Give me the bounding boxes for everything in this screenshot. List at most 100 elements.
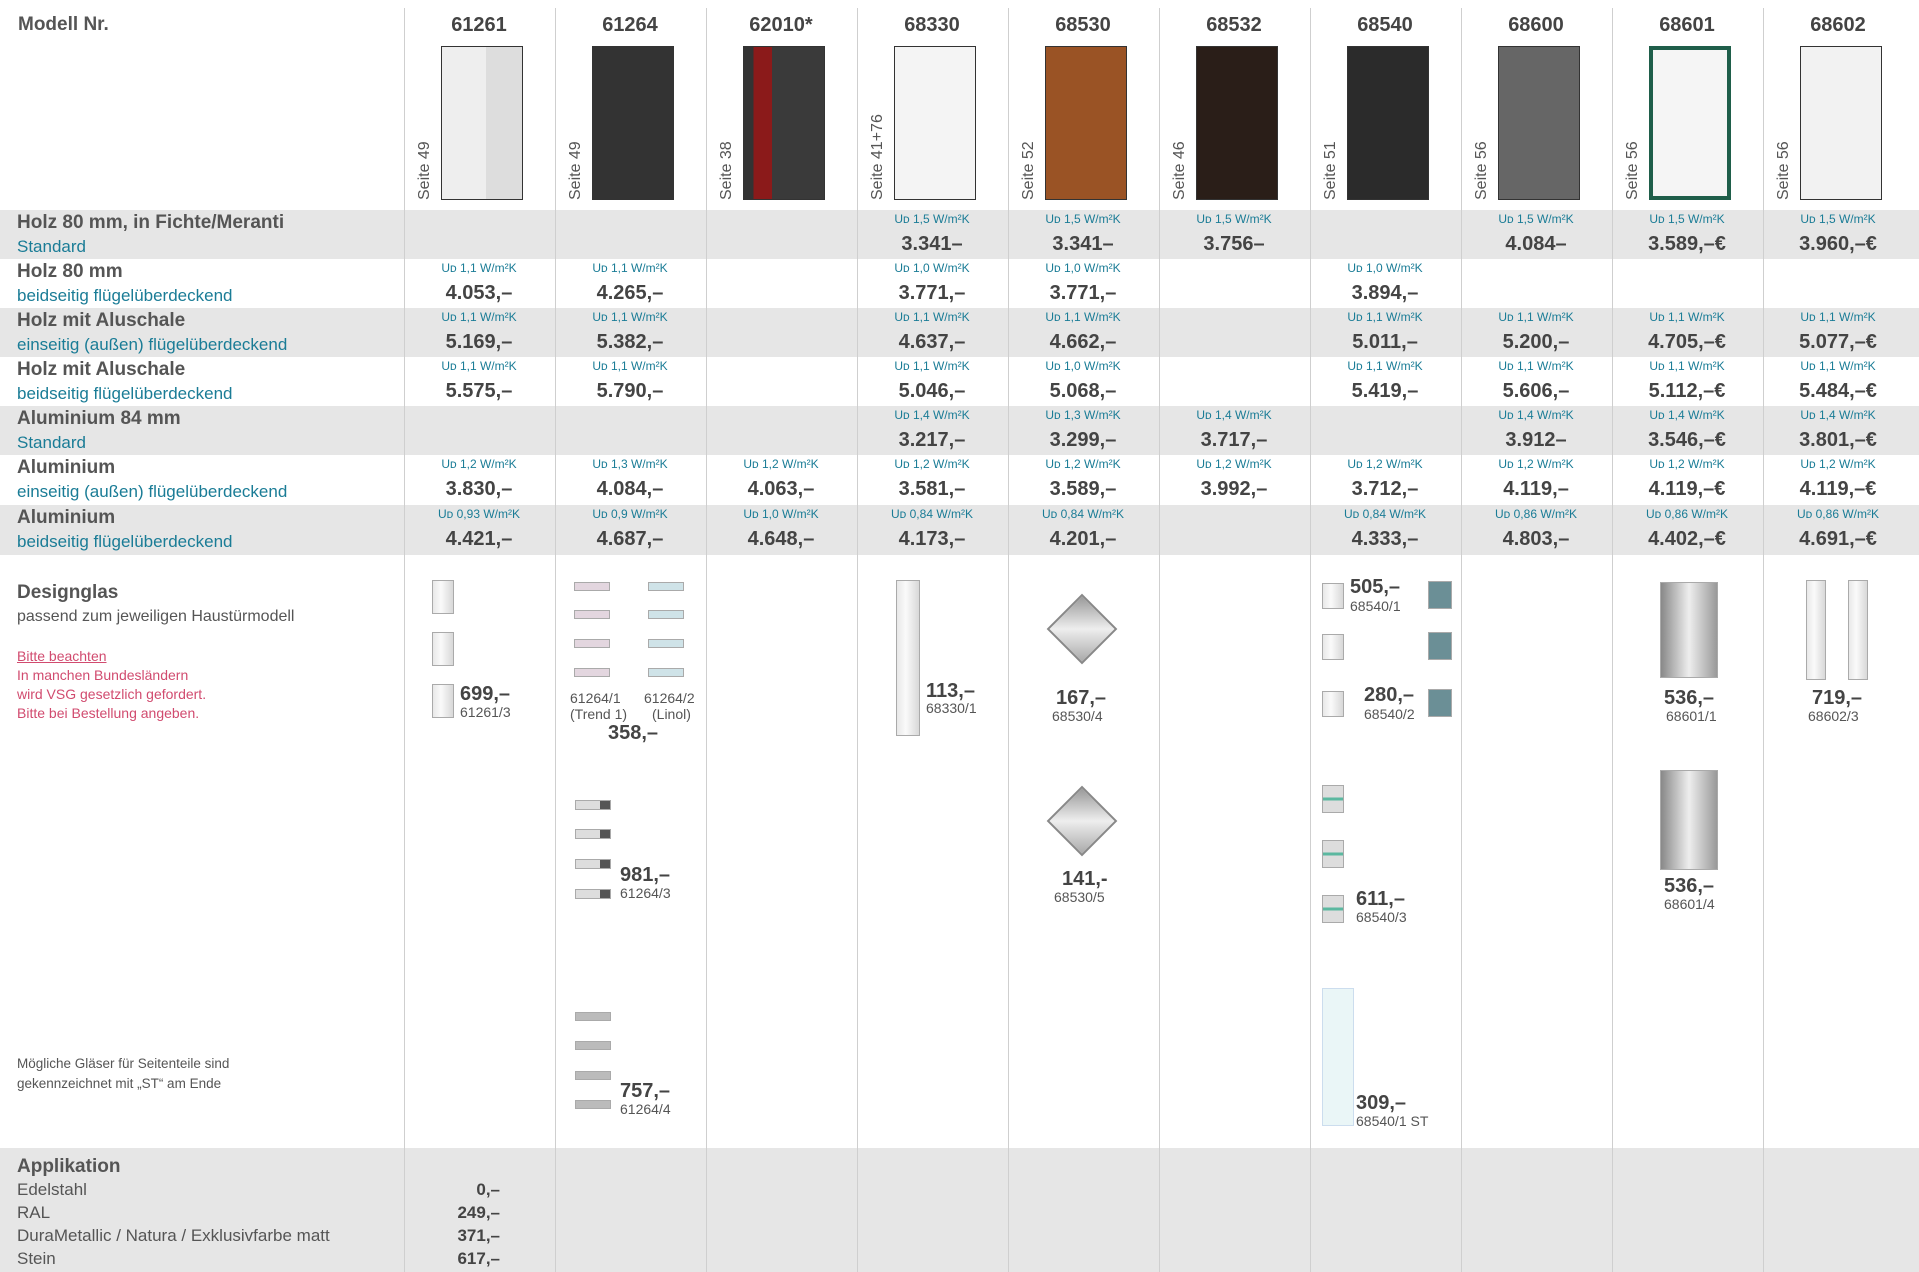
glass-label-61264-1: (Trend 1) <box>570 706 628 722</box>
price-value: 4.705,–€ <box>1648 331 1726 353</box>
ud-value: Uᴅ 1,5 W/m²K <box>1800 212 1876 226</box>
price-value: 5.575,– <box>445 380 513 402</box>
price-value: 4.662,– <box>1049 331 1117 353</box>
ud-value: Uᴅ 1,5 W/m²K <box>894 212 970 226</box>
ud-value: Uᴅ 1,1 W/m²K <box>1800 310 1876 324</box>
applikation-price-stein: 617,– <box>457 1249 500 1268</box>
glass-68540-2 <box>1322 691 1344 717</box>
column-divider <box>857 8 858 1272</box>
seite-label-61264: Seite 49 <box>567 141 584 200</box>
row-title: Holz mit Aluschale <box>17 359 186 380</box>
seite-label-68601: Seite 56 <box>1624 141 1641 200</box>
price-value: 4.119,– <box>1503 478 1569 500</box>
ud-value: Uᴅ 1,5 W/m²K <box>1498 212 1574 226</box>
price-value: 5.419,– <box>1351 380 1419 402</box>
seite-label-68602: Seite 56 <box>1775 141 1792 200</box>
price-value: 4.084,– <box>596 478 664 500</box>
glass-68602-3-a <box>1806 580 1826 680</box>
glass-61261-b <box>432 632 454 666</box>
ud-value: Uᴅ 0,86 W/m²K <box>1797 507 1879 521</box>
glass-price-61261-3: 699,– <box>460 683 511 705</box>
price-value: 4.333,– <box>1351 528 1419 550</box>
glass-68540-2-sq <box>1428 689 1452 717</box>
price-value: 3.717,– <box>1200 429 1268 451</box>
glass-68540-3-a <box>1322 785 1344 813</box>
ud-value: Uᴅ 1,5 W/m²K <box>1045 212 1121 226</box>
glass-code-68330-1: 68330/1 <box>926 700 977 716</box>
price-value: 4.201,– <box>1049 528 1117 550</box>
glass-price-68530-5: 141,- <box>1062 868 1108 890</box>
glass-code-61261-3: 61261/3 <box>460 704 511 720</box>
price-value: 3.589,–€ <box>1648 233 1726 255</box>
price-value: 3.801,–€ <box>1799 429 1877 451</box>
footnote-line-1: Mögliche Gläser für Seitenteile sind <box>17 1056 230 1071</box>
ud-value: Uᴅ 1,1 W/m²K <box>1347 310 1423 324</box>
price-value: 3.589,– <box>1049 478 1117 500</box>
ud-value: Uᴅ 1,0 W/m²K <box>1045 261 1121 275</box>
row-subtitle: beidseitig flügelüberdeckend <box>17 532 233 551</box>
price-value: 4.119,–€ <box>1648 478 1726 500</box>
glass-61264-1-d <box>574 668 610 677</box>
row-title: Holz 80 mm, in Fichte/Meranti <box>17 212 285 233</box>
glass-61264-2-d <box>648 668 684 677</box>
price-value: 4.063,– <box>747 478 815 500</box>
price-value: 3.912– <box>1505 429 1567 451</box>
price-value: 3.756– <box>1203 233 1265 255</box>
price-value: 4.053,– <box>445 282 513 304</box>
ud-value: Uᴅ 1,0 W/m²K <box>1347 261 1423 275</box>
glass-61264-3-d <box>575 889 611 899</box>
ud-value: Uᴅ 1,1 W/m²K <box>1498 359 1574 373</box>
door-preview-68601 <box>1649 46 1731 200</box>
price-value: 4.119,–€ <box>1799 478 1877 500</box>
price-value: 4.173,– <box>898 528 966 550</box>
door-preview-61264 <box>592 46 674 200</box>
ud-value: Uᴅ 1,2 W/m²K <box>1800 457 1876 471</box>
row-title: Aluminium <box>17 507 116 528</box>
price-value: 5.068,– <box>1049 380 1117 402</box>
glass-68530-4 <box>1046 593 1118 665</box>
ud-value: Uᴅ 1,1 W/m²K <box>441 261 517 275</box>
glass-price-68540-1: 505,– <box>1350 576 1401 598</box>
price-value: 4.691,–€ <box>1799 528 1877 550</box>
ud-value: Uᴅ 1,1 W/m²K <box>441 359 517 373</box>
door-preview-68540 <box>1347 46 1429 200</box>
price-value: 4.084– <box>1505 233 1567 255</box>
price-value: 4.421,– <box>445 528 513 550</box>
ud-value: Uᴅ 1,1 W/m²K <box>894 359 970 373</box>
glass-68601-1 <box>1660 582 1718 678</box>
column-divider <box>1310 8 1311 1272</box>
glass-68540-b <box>1322 634 1344 660</box>
price-value: 5.484,–€ <box>1799 380 1877 402</box>
model-number-68540: 68540 <box>1357 14 1413 36</box>
row-subtitle: beidseitig flügelüberdeckend <box>17 384 233 403</box>
door-preview-68530 <box>1045 46 1127 200</box>
price-value: 3.830,– <box>445 478 513 500</box>
row-band-applikation <box>0 1148 1919 1272</box>
glass-label-61264-2: (Linol) <box>652 706 691 722</box>
ud-value: Uᴅ 1,0 W/m²K <box>894 261 970 275</box>
note-line-2: wird VSG gesetzlich gefordert. <box>17 686 207 702</box>
ud-value: Uᴅ 1,1 W/m²K <box>1347 359 1423 373</box>
glass-68540-3-c <box>1322 895 1344 923</box>
ud-value: Uᴅ 0,84 W/m²K <box>1344 507 1426 521</box>
glass-61264-3-b <box>575 829 611 839</box>
ud-value: Uᴅ 1,0 W/m²K <box>743 507 819 521</box>
note-link[interactable]: Bitte beachten <box>17 648 107 664</box>
ud-value: Uᴅ 1,4 W/m²K <box>1498 408 1574 422</box>
model-number-68600: 68600 <box>1508 14 1564 36</box>
applikation-label-ral: RAL <box>17 1203 51 1222</box>
designglas-title: Designglas <box>17 582 119 603</box>
ud-value: Uᴅ 1,4 W/m²K <box>1196 408 1272 422</box>
glass-68540-1-st <box>1322 988 1354 1126</box>
column-divider <box>404 8 405 1272</box>
ud-value: Uᴅ 1,1 W/m²K <box>1649 359 1725 373</box>
row-subtitle: beidseitig flügelüberdeckend <box>17 286 233 305</box>
price-value: 5.790,– <box>596 380 664 402</box>
glass-price-61264-3: 981,– <box>620 864 671 886</box>
seite-label-68530: Seite 52 <box>1020 141 1037 200</box>
glass-price-68540-1-st: 309,– <box>1356 1092 1407 1114</box>
ud-value: Uᴅ 1,1 W/m²K <box>592 310 668 324</box>
column-divider <box>1008 8 1009 1272</box>
row-title: Holz 80 mm <box>17 261 123 282</box>
glass-61264-2-a <box>648 582 684 591</box>
